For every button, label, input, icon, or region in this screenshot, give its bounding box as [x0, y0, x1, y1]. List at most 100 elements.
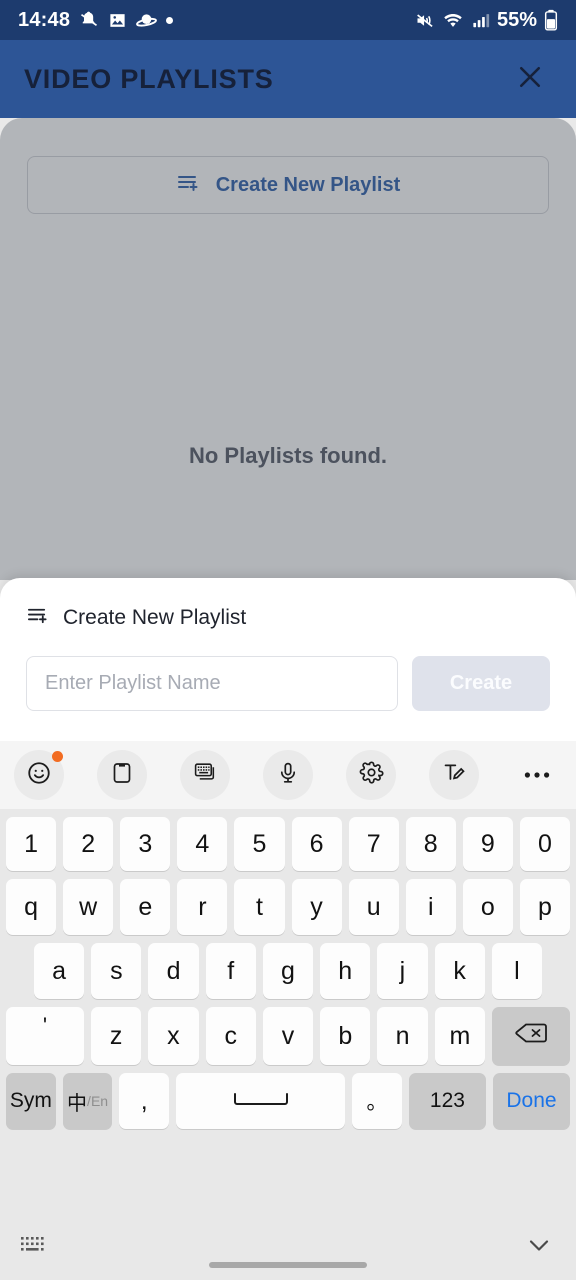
key-5[interactable]: 5	[234, 817, 285, 871]
volume-mute-icon	[414, 10, 435, 31]
playlist-add-icon	[176, 171, 200, 200]
key-r[interactable]: r	[177, 879, 228, 935]
keyboard-row-top: q w e r t y u i o p	[6, 879, 570, 935]
key-backspace[interactable]	[492, 1007, 570, 1065]
sheet-form: Create	[26, 656, 550, 711]
key-numeric[interactable]: 123	[408, 1073, 486, 1129]
dot-icon	[166, 16, 174, 24]
mini-keyboard-icon[interactable]	[20, 1234, 50, 1261]
key-h[interactable]: h	[320, 943, 371, 999]
battery-icon	[544, 9, 558, 31]
key-e[interactable]: e	[120, 879, 171, 935]
key-1[interactable]: 1	[6, 817, 57, 871]
create-playlist-sheet: Create New Playlist Create	[0, 578, 576, 741]
key-s[interactable]: s	[91, 943, 142, 999]
emoji-button[interactable]	[14, 750, 64, 800]
battery-percent: 55%	[496, 8, 537, 31]
close-icon	[515, 62, 545, 97]
settings-icon	[359, 760, 384, 790]
keyboard-row-function: Sym 中 / En , 。 123 Done	[5, 1073, 571, 1129]
handwriting-icon	[442, 760, 467, 790]
key-language-cn: 中	[67, 1092, 88, 1115]
key-z[interactable]: z	[90, 1007, 142, 1065]
key-9[interactable]: 9	[462, 817, 513, 871]
key-language-en: En	[90, 1093, 109, 1109]
playlist-add-icon	[26, 604, 49, 632]
settings-button[interactable]	[346, 750, 396, 800]
key-l[interactable]: l	[491, 943, 542, 999]
create-button[interactable]: Create	[412, 656, 550, 711]
key-done[interactable]: Done	[492, 1073, 571, 1129]
key-p[interactable]: p	[519, 879, 570, 935]
keyboard-footer	[0, 1214, 576, 1280]
clipboard-button[interactable]	[97, 750, 147, 800]
key-k[interactable]: k	[434, 943, 485, 999]
key-i[interactable]: i	[405, 879, 456, 935]
key-3[interactable]: 3	[120, 817, 171, 871]
key-period[interactable]: 。	[352, 1073, 402, 1129]
sheet-header: Create New Playlist	[26, 604, 550, 632]
key-comma[interactable]: ,	[119, 1073, 170, 1129]
microphone-button[interactable]	[263, 750, 313, 800]
keyboard-row-home: a s d f g h j k l	[6, 943, 570, 999]
sheet-title: Create New Playlist	[63, 606, 247, 629]
key-6[interactable]: 6	[291, 817, 342, 871]
key-4[interactable]: 4	[177, 817, 228, 871]
key-f[interactable]: f	[205, 943, 256, 999]
muted-bell-icon	[79, 10, 99, 30]
key-x[interactable]: x	[148, 1007, 199, 1065]
signal-icon	[471, 11, 490, 30]
status-bar-left: 14:48	[18, 8, 174, 32]
close-button[interactable]	[508, 57, 552, 101]
home-indicator	[209, 1262, 367, 1268]
create-new-playlist-label: Create New Playlist	[215, 173, 401, 196]
emoji-icon	[26, 760, 52, 791]
key-y[interactable]: y	[291, 879, 342, 935]
keyboard-row-numbers: 1 2 3 4 5 6 7 8 9 0	[6, 817, 570, 871]
clipboard-icon	[110, 761, 134, 790]
more-icon	[524, 766, 550, 784]
empty-state-message: No Playlists found.	[188, 443, 388, 468]
key-0[interactable]: 0	[519, 817, 570, 871]
app-bar: VIDEO PLAYLISTS	[0, 40, 576, 118]
create-new-playlist-button[interactable]: Create New Playlist	[27, 156, 549, 214]
handwriting-button[interactable]	[429, 750, 479, 800]
playlist-name-input[interactable]	[26, 656, 398, 711]
key-7[interactable]: 7	[348, 817, 399, 871]
keyboard-row-bottom: ' z x c v b n m	[6, 1007, 570, 1065]
status-bar: 14:48 55%	[0, 0, 576, 40]
status-bar-right: 55%	[414, 9, 558, 32]
key-o[interactable]: o	[462, 879, 513, 935]
key-g[interactable]: g	[262, 943, 314, 999]
key-m[interactable]: m	[434, 1007, 486, 1065]
more-options-button[interactable]	[512, 750, 562, 800]
key-t[interactable]: t	[234, 879, 285, 935]
image-icon	[108, 11, 127, 30]
status-time: 14:48	[18, 8, 71, 31]
wifi-icon	[442, 10, 464, 31]
key-b[interactable]: b	[320, 1007, 371, 1065]
space-icon	[231, 1087, 291, 1116]
keyboard-modes-button[interactable]	[180, 750, 230, 800]
key-j[interactable]: j	[377, 943, 428, 999]
key-8[interactable]: 8	[405, 817, 456, 871]
key-u[interactable]: u	[348, 879, 399, 935]
chevron-down-icon[interactable]	[522, 1233, 556, 1262]
key-a[interactable]: a	[34, 943, 85, 999]
soft-keyboard: 1 2 3 4 5 6 7 8 9 0 q w e r t y u i o p …	[0, 741, 576, 1280]
key-language-toggle[interactable]: 中 / En	[62, 1073, 113, 1129]
key-apostrophe[interactable]: '	[6, 1007, 84, 1065]
keyboard-modes-icon	[193, 760, 218, 790]
key-v[interactable]: v	[262, 1007, 314, 1065]
key-space[interactable]	[176, 1073, 346, 1129]
key-symbols[interactable]: Sym	[5, 1073, 56, 1129]
key-2[interactable]: 2	[63, 817, 114, 871]
key-w[interactable]: w	[63, 879, 114, 935]
key-c[interactable]: c	[205, 1007, 256, 1065]
key-d[interactable]: d	[148, 943, 199, 999]
key-n[interactable]: n	[377, 1007, 428, 1065]
microphone-icon	[276, 761, 300, 790]
key-q[interactable]: q	[6, 879, 57, 935]
emoji-badge	[52, 751, 63, 762]
phone-screen: 14:48 55% VIDEO PLAYLISTS Create New Pla…	[0, 0, 576, 1280]
